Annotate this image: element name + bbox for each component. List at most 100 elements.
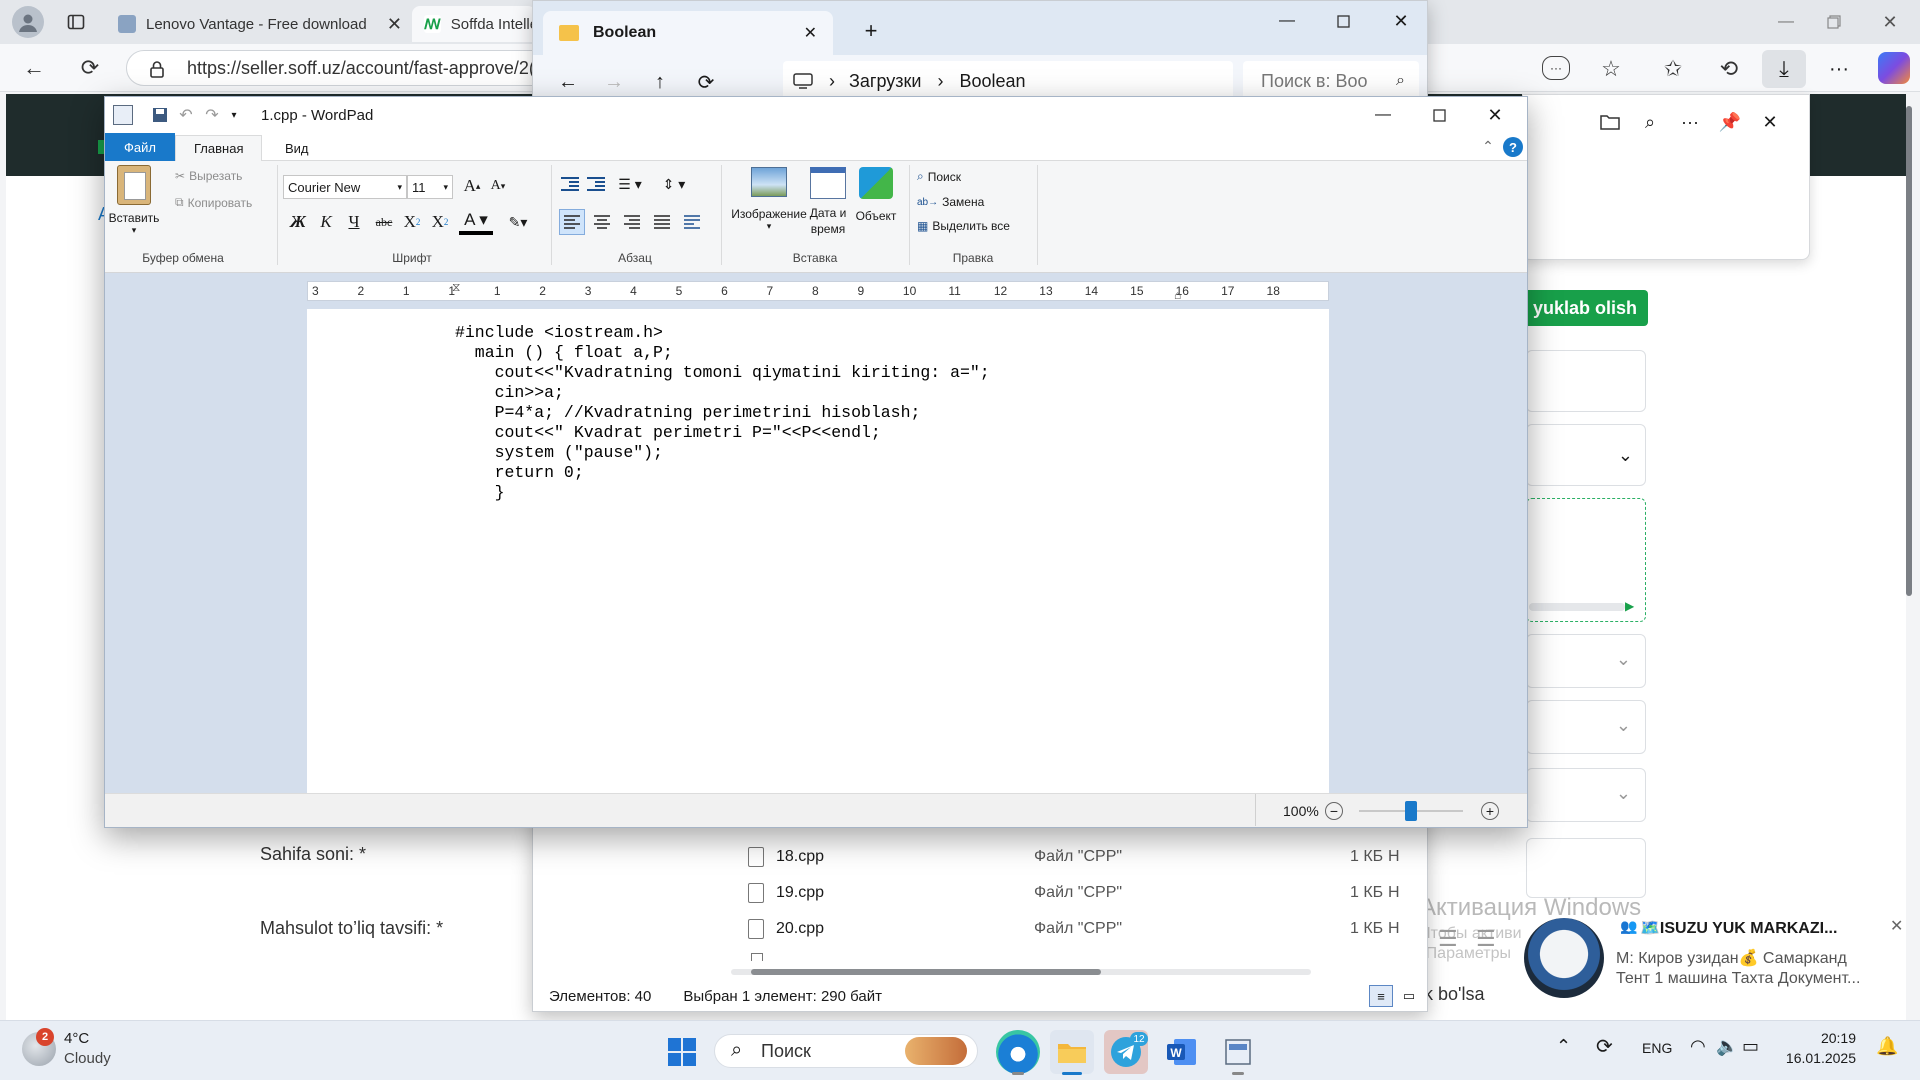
- collapse-ribbon-icon[interactable]: ⌃: [1479, 137, 1497, 155]
- browser-tab-soffda[interactable]: ꟿ Soffda Intelle: [412, 6, 536, 42]
- profile-avatar[interactable]: [12, 6, 44, 38]
- explorer-taskbar-icon[interactable]: [1050, 1030, 1094, 1074]
- tab-close-icon[interactable]: ✕: [387, 14, 402, 35]
- grow-font-icon[interactable]: A ▴: [459, 173, 485, 199]
- maximize-icon[interactable]: [1329, 7, 1357, 35]
- back-icon[interactable]: ←: [16, 50, 52, 86]
- wordpad-app-icon[interactable]: [113, 105, 133, 125]
- start-icon[interactable]: [660, 1030, 704, 1074]
- ruler[interactable]: 3 2 1 1 1 2 3 4 5 6 7 8 9 10 11 12 13 14 15 16 17 18 ⧖ ⌂: [307, 280, 1329, 302]
- breadcrumb-item[interactable]: Загрузки: [849, 71, 921, 92]
- zoom-in-icon[interactable]: +: [1481, 802, 1499, 820]
- insert-object-button[interactable]: Объект: [851, 167, 901, 241]
- favorites-icon[interactable]: ✩: [1658, 54, 1688, 84]
- scrollbar-thumb[interactable]: [751, 969, 1101, 975]
- file-row[interactable]: 19.cpp Файл "CPP" 1 КБ Н: [748, 875, 1428, 911]
- undo-icon[interactable]: ↶: [177, 106, 195, 124]
- wifi-icon[interactable]: ◠: [1690, 1036, 1706, 1057]
- form-field[interactable]: [1526, 838, 1646, 898]
- weather-desc[interactable]: Cloudy: [64, 1050, 111, 1067]
- form-select[interactable]: ⌄: [1526, 634, 1646, 688]
- minimize-icon[interactable]: —: [1369, 103, 1397, 127]
- browser-tab-lenovo[interactable]: Lenovo Vantage - Free download ✕: [106, 6, 412, 42]
- favorite-star-icon[interactable]: ☆: [1596, 54, 1626, 84]
- copy-button[interactable]: ⧉ Копировать: [175, 195, 252, 210]
- highlight-icon[interactable]: ✎▾: [501, 209, 535, 235]
- page-scrollbar[interactable]: [1905, 96, 1915, 996]
- select-all-button[interactable]: ▦ Выделить все: [917, 219, 1010, 233]
- maximize-icon[interactable]: [1425, 103, 1453, 127]
- form-field[interactable]: [1526, 350, 1646, 412]
- redo-icon[interactable]: ↷: [203, 106, 221, 124]
- minimize-icon[interactable]: —: [1772, 8, 1800, 36]
- document-text[interactable]: #include <iostream.h> main () { float a,…: [455, 323, 990, 503]
- language-indicator[interactable]: ENG: [1642, 1040, 1672, 1056]
- tray-overflow-icon[interactable]: ⌃: [1556, 1036, 1571, 1057]
- tiles-view-icon[interactable]: ▭: [1397, 985, 1421, 1007]
- save-icon[interactable]: [151, 106, 169, 124]
- insert-datetime-button[interactable]: Дата и время: [803, 167, 853, 247]
- form-select[interactable]: ⌄: [1526, 768, 1646, 822]
- paragraph-settings-icon[interactable]: [679, 209, 705, 235]
- justify-icon[interactable]: [649, 209, 675, 235]
- form-select[interactable]: ⌄: [1526, 700, 1646, 754]
- list-icon[interactable]: ☰: [1476, 926, 1496, 952]
- underline-button[interactable]: Ч: [341, 209, 367, 235]
- tab-actions-icon[interactable]: [62, 8, 90, 36]
- bullets-icon[interactable]: ☰ ▾: [613, 173, 647, 195]
- weather-temp[interactable]: 4°C: [64, 1030, 89, 1047]
- help-icon[interactable]: ?: [1503, 137, 1523, 157]
- tab-file[interactable]: Файл: [105, 133, 175, 161]
- increase-indent-icon[interactable]: [585, 173, 607, 195]
- history-icon[interactable]: ⟲: [1714, 54, 1744, 84]
- upload-dropzone[interactable]: ▶: [1526, 498, 1646, 622]
- line-spacing-icon[interactable]: ⇕ ▾: [657, 173, 691, 195]
- scrollbar-thumb[interactable]: [1906, 106, 1912, 596]
- telegram-notification[interactable]: 👥 🗺️ISUZU YUK MARKAZI... ✕ M: Киров узид…: [1514, 906, 1914, 1016]
- close-window-icon[interactable]: ✕: [1481, 103, 1509, 127]
- close-window-icon[interactable]: ✕: [1876, 8, 1904, 36]
- tab-view[interactable]: Вид: [267, 135, 327, 161]
- paste-button[interactable]: Вставить ▾: [109, 165, 159, 245]
- more-icon[interactable]: ···: [1677, 109, 1703, 135]
- align-left-icon[interactable]: [559, 209, 585, 235]
- file-row[interactable]: 18.cpp Файл "CPP" 1 КБ Н: [748, 839, 1428, 875]
- copilot-icon[interactable]: [1878, 52, 1910, 84]
- close-tab-icon[interactable]: ✕: [804, 23, 817, 43]
- replace-button[interactable]: ab→ Замена: [917, 195, 984, 209]
- refresh-icon[interactable]: ⟳: [691, 67, 721, 97]
- sync-icon[interactable]: ⟳: [1596, 1034, 1613, 1059]
- close-icon[interactable]: ✕: [1890, 916, 1903, 936]
- font-name-select[interactable]: Courier New ▾: [283, 175, 407, 199]
- strikethrough-button[interactable]: abc: [371, 209, 397, 235]
- downloads-icon[interactable]: ⤓: [1762, 50, 1806, 88]
- decrease-indent-icon[interactable]: [559, 173, 581, 195]
- insert-image-button[interactable]: Изображение ▾: [729, 167, 809, 241]
- tab-home[interactable]: Главная: [175, 135, 263, 161]
- zoom-out-icon[interactable]: −: [1325, 802, 1343, 820]
- bold-button[interactable]: Ж: [285, 209, 311, 235]
- cut-button[interactable]: ✂ Вырезать: [175, 169, 242, 183]
- more-icon[interactable]: ···: [1824, 54, 1854, 84]
- clock-date[interactable]: 16.01.2025: [1782, 1050, 1856, 1066]
- font-size-select[interactable]: 11 ▾: [407, 175, 453, 199]
- word-taskbar-icon[interactable]: W: [1160, 1030, 1204, 1074]
- horizontal-scrollbar[interactable]: [731, 969, 1311, 975]
- notification-bell-icon[interactable]: 🔔: [1876, 1036, 1898, 1057]
- right-indent-marker-icon[interactable]: ⌂: [1174, 288, 1181, 302]
- edge-taskbar-icon[interactable]: [996, 1030, 1040, 1074]
- new-tab-icon[interactable]: +: [859, 18, 883, 43]
- up-icon[interactable]: ↑: [645, 67, 675, 97]
- file-row[interactable]: 20.cpp Файл "CPP" 1 КБ Н: [748, 911, 1428, 947]
- italic-button[interactable]: К: [313, 209, 339, 235]
- wordpad-taskbar-icon[interactable]: [1216, 1030, 1260, 1074]
- minimize-icon[interactable]: —: [1273, 7, 1301, 35]
- battery-icon[interactable]: ▭: [1742, 1036, 1759, 1057]
- breadcrumb-item[interactable]: Boolean: [959, 71, 1025, 92]
- document-page[interactable]: #include <iostream.h> main () { float a,…: [307, 309, 1329, 793]
- restore-icon[interactable]: [1820, 8, 1848, 36]
- close-window-icon[interactable]: ✕: [1387, 7, 1415, 35]
- explorer-search[interactable]: Поиск в: Boo ⌕: [1243, 61, 1419, 101]
- telegram-taskbar-icon[interactable]: 12: [1104, 1030, 1148, 1074]
- superscript-icon[interactable]: X2: [427, 209, 453, 235]
